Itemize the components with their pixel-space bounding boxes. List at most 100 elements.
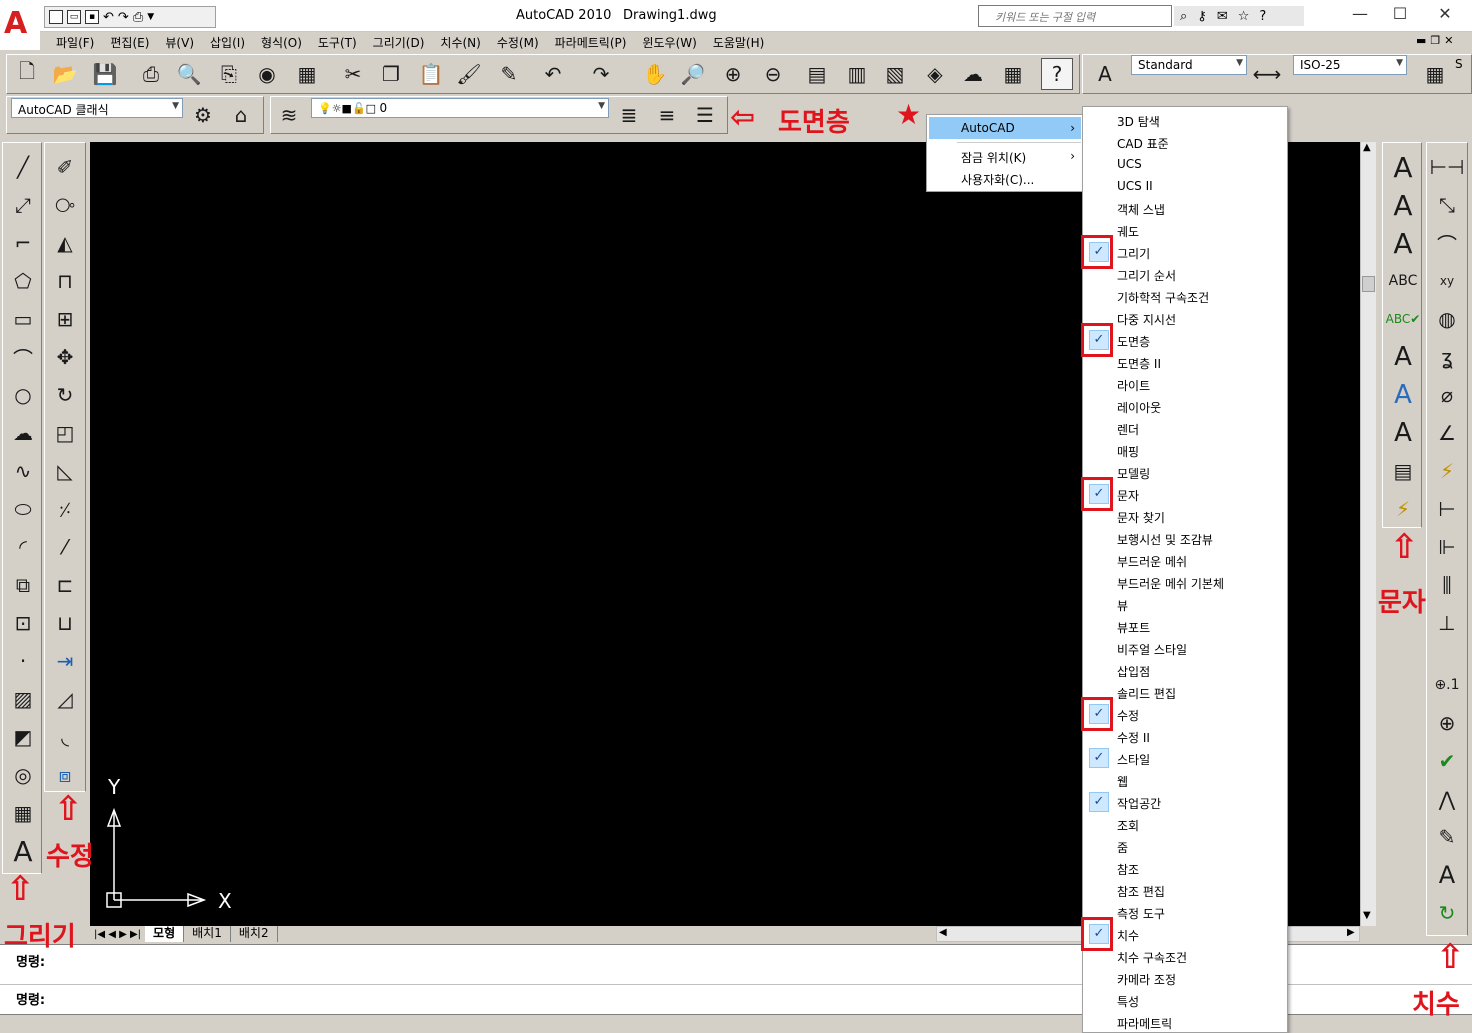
radius-dim-icon[interactable]: ◍ [1431,303,1463,335]
workspace-select[interactable]: AutoCAD 클래식 ▼ [11,98,183,118]
toolbar-list-item[interactable]: 보행시선 및 조감뷰 [1083,527,1287,549]
ellipse-icon[interactable]: ⬭ [7,493,39,525]
toolbar-list-item[interactable]: UCS II [1083,175,1287,197]
document-window-controls[interactable]: ▬❐✕ [1416,34,1472,50]
toolbar-list-item[interactable]: 특성 [1083,989,1287,1011]
menu-file[interactable]: 파일(F) [48,32,102,52]
toolbar-list-item[interactable]: 솔리드 편집 [1083,681,1287,703]
scale-text-icon[interactable]: A [1387,379,1419,411]
offset-icon[interactable]: ⊓ [49,265,81,297]
toolbar-list-item[interactable]: 라이트 [1083,373,1287,395]
context-menu-item[interactable]: AutoCAD › [929,117,1081,139]
text-style-icon[interactable]: A [1387,341,1419,373]
vertical-scroll-thumb[interactable] [1362,276,1375,292]
menu-insert[interactable]: 삽입(I) [202,32,253,52]
workspace-settings-gear-icon[interactable]: ⚙ [187,99,219,131]
ordinate-dim-icon[interactable]: xy [1431,265,1463,297]
text-flash-icon[interactable]: ⚡ [1387,493,1419,525]
fillet-icon[interactable]: ◟ [49,721,81,753]
zoom-realtime-icon[interactable]: 🔎 [677,58,709,90]
binoculars-icon[interactable]: ⌕ [1180,9,1187,24]
close-button[interactable]: ✕ [1430,4,1460,28]
toolbar-list-item[interactable]: ✓ 문자 [1083,483,1287,505]
toolbar-list-item[interactable]: 카메라 조정 [1083,967,1287,989]
minimize-button[interactable]: — [1345,4,1375,28]
help-icon[interactable]: ? [1041,58,1073,90]
toolbar-list-item[interactable]: ✓ 수정 [1083,703,1287,725]
open-icon[interactable]: 📂 [49,58,81,90]
toolbar-list-item[interactable]: 뷰포트 [1083,615,1287,637]
menu-window[interactable]: 윈도우(W) [634,32,704,52]
explode-icon[interactable]: ⧈ [49,759,81,791]
plot-icon[interactable]: ⎙ [135,58,167,90]
rectangle-icon[interactable]: ▭ [7,303,39,335]
scroll-left-icon[interactable]: ◀ [939,927,947,938]
copy-object-icon[interactable]: ⧂ [49,189,81,221]
undo-icon[interactable]: ↶ [537,58,569,90]
toolbar-list-item[interactable]: 측정 도구 [1083,901,1287,923]
insert-block-icon[interactable]: ⧉ [7,569,39,601]
menu-format[interactable]: 형식(O) [253,32,310,52]
toolbar-list-item[interactable]: 부드러운 메쉬 기본체 [1083,571,1287,593]
justify-text-icon[interactable]: A [1387,417,1419,449]
menu-view[interactable]: 뷰(V) [157,32,202,52]
redo-icon[interactable]: ↷ [118,10,129,25]
vertical-scrollbar[interactable]: ▲ ▼ [1360,142,1376,926]
toolbar-list-item[interactable]: ✓ 치수 [1083,923,1287,945]
toolbar-list-item[interactable]: 3D 탐색 [1083,109,1287,131]
scroll-down-icon[interactable]: ▼ [1363,910,1371,921]
diameter-dim-icon[interactable]: ⌀ [1431,379,1463,411]
workspace-home-icon[interactable]: ⌂ [225,99,257,131]
text-style-icon[interactable]: A [1089,58,1121,90]
table-icon[interactable]: ▦ [7,797,39,829]
edit-text-icon[interactable]: A [1387,227,1419,260]
aligned-dim-icon[interactable]: ⤡ [1431,189,1463,221]
toolbar-list-item[interactable]: 도면층 II [1083,351,1287,373]
convert-distance-icon[interactable]: ▤ [1387,455,1419,487]
tolerance-icon[interactable]: ⊕.1 [1431,669,1463,701]
move-icon[interactable]: ✥ [49,341,81,373]
extend-icon[interactable]: ⁄ [49,531,81,563]
maximize-button[interactable]: ☐ [1385,4,1415,28]
circle-icon[interactable]: ○ [7,379,39,411]
multiline-text-icon[interactable]: A [7,835,39,868]
toolbar-list-item[interactable]: 매핑 [1083,439,1287,461]
dim-space-icon[interactable]: ⫼ [1431,569,1463,601]
toolbar-list-item[interactable]: 참조 [1083,857,1287,879]
toolbar-list-item[interactable]: 다중 지시선 [1083,307,1287,329]
layer-select[interactable]: 💡☼■🔓□ 0 ▼ [311,98,609,118]
break-at-point-icon[interactable]: ⊏ [49,569,81,601]
scroll-up-icon[interactable]: ▲ [1363,142,1371,153]
markup-icon[interactable]: ☁ [957,58,989,90]
toolbar-list-item[interactable]: CAD 표준 [1083,131,1287,153]
paste-icon[interactable]: 📋 [415,58,447,90]
construction-line-icon[interactable]: ⤢ [7,189,39,221]
erase-icon[interactable]: ✐ [49,151,81,183]
dimension-style-select[interactable]: ISO-25 ▼ [1293,55,1407,75]
toolbar-list-item[interactable]: 그리기 순서 [1083,263,1287,285]
arc-length-icon[interactable]: ⌒ [1431,227,1463,259]
make-object-layer-current-icon[interactable]: ≣ [613,99,645,131]
new-file-icon[interactable] [49,10,63,24]
region-icon[interactable]: ◎ [7,759,39,791]
toolbar-list-item[interactable]: 조회 [1083,813,1287,835]
new-icon[interactable]: 🗋 [11,58,43,90]
subscription-key-icon[interactable]: ⚷ [1197,9,1207,24]
toolbar-list-item[interactable]: 렌더 [1083,417,1287,439]
dim-break-icon[interactable]: ⊥ [1431,607,1463,639]
hatch-icon[interactable]: ▨ [7,683,39,715]
toolbar-list-item[interactable]: ✓ 도면층 [1083,329,1287,351]
jogged-linear-icon[interactable]: ⋀ [1431,783,1463,815]
toolbar-list-item[interactable]: 객체 스냅 [1083,197,1287,219]
toolbar-list-item[interactable]: 웹 [1083,769,1287,791]
layer-properties-icon[interactable]: ≋ [273,99,305,131]
single-line-text-icon[interactable]: A [1387,189,1419,222]
menu-dimension[interactable]: 치수(N) [432,32,488,52]
find-replace-icon[interactable]: ABC [1387,265,1419,297]
tab-model[interactable]: 모형 [145,926,185,942]
toolbar-list-item[interactable]: 치수 구속조건 [1083,945,1287,967]
scroll-right-icon[interactable]: ▶ [1347,927,1355,938]
scale-icon[interactable]: ◰ [49,417,81,449]
sheet-set-icon[interactable]: ▦ [291,58,323,90]
toolbar-list-item[interactable]: ✓ 작업공간 [1083,791,1287,813]
